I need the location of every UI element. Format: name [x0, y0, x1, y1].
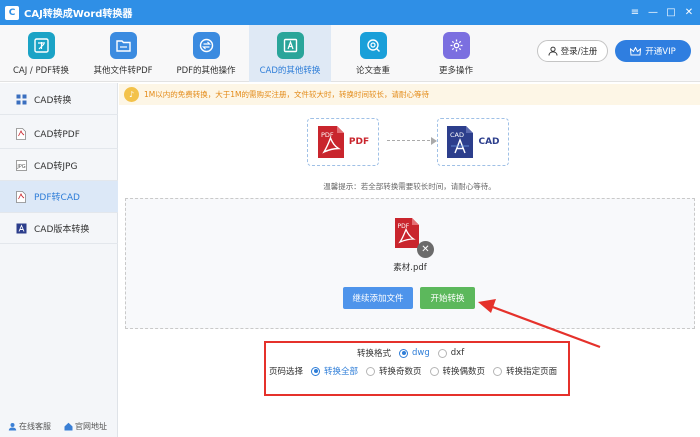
sidebar-item-label: CAD转换	[34, 96, 72, 106]
sidebar-item-cad-pdf[interactable]: CAD转PDF	[0, 119, 118, 149]
target-format-label: CAD	[478, 137, 500, 147]
tool-label: PDF的其他操作	[176, 66, 236, 76]
target-format-box: CAD CAD	[437, 118, 509, 166]
cad-convert-icon	[276, 32, 304, 59]
radio-dot	[493, 366, 503, 376]
radio-label: 转换偶数页	[442, 367, 486, 377]
sidebar-item-cad-jpg[interactable]: JPG CAD转JPG	[0, 151, 118, 181]
radio-label: 转换奇数页	[379, 367, 422, 377]
sidebar-item-cad-version[interactable]: CAD版本转换	[0, 213, 118, 244]
tool-label: 论文查重	[355, 66, 390, 76]
tool-caj-pdf[interactable]: CAJ / PDF转换	[0, 25, 82, 82]
notice-text: 1M以内的免费转换，大于1M的需购买注册，文件较大时，转换时间较长，请耐心等待	[144, 90, 429, 99]
sidebar-footer: 在线客服 官网地址	[0, 419, 118, 433]
radio-label: 转换指定页面	[506, 367, 558, 377]
source-format-box: PDF PDF	[307, 118, 379, 166]
headset-icon	[8, 422, 17, 430]
remove-file-icon[interactable]: ✕	[417, 241, 434, 258]
pages-row: 页码选择 转换全部 转换奇数页 转换偶数页 转换指定页面	[269, 365, 557, 377]
radio-dot	[366, 366, 376, 376]
conversion-options: 转换格式 dwg dxf 页码选择 转换全部 转换奇数页 转换偶数页 转换指定页…	[264, 341, 570, 396]
online-service-label: 在线客服	[19, 421, 51, 431]
maximize-icon[interactable]: □	[661, 0, 681, 25]
tool-label: CAJ / PDF转换	[12, 66, 70, 76]
vip-button[interactable]: 开通VIP	[615, 40, 691, 62]
file-name: 素材.pdf	[393, 263, 427, 273]
tool-label: 更多操作	[438, 66, 473, 76]
radio-dot	[399, 348, 409, 358]
user-icon	[548, 46, 558, 56]
file-icon-text: PDF	[398, 223, 410, 230]
svg-text:JPG: JPG	[16, 164, 25, 170]
close-icon[interactable]: ✕	[679, 0, 699, 25]
pdf-file-thumbnail-icon: PDF	[395, 218, 419, 248]
sidebar-item-label: CAD转PDF	[34, 130, 80, 140]
sidebar-item-label: CAD转JPG	[34, 162, 78, 172]
menu-icon[interactable]: ≡	[625, 0, 645, 25]
pdf-document-icon: PDF	[317, 126, 344, 158]
pages-radio-odd[interactable]: 转换奇数页	[366, 365, 422, 377]
sidebar-item-label: CAD版本转换	[34, 224, 90, 235]
format-radio-dwg[interactable]: dwg	[399, 348, 430, 358]
pdf-file-icon	[15, 127, 27, 140]
tool-label: CAD的其他转换	[259, 66, 321, 76]
gear-icon	[442, 32, 470, 59]
pages-label: 页码选择	[269, 367, 304, 377]
pages-radio-all[interactable]: 转换全部	[311, 365, 358, 377]
cad-icon-text: CAD	[450, 131, 464, 139]
caj-pdf-convert-icon	[27, 32, 55, 59]
conversion-arrow	[387, 140, 435, 141]
minimize-icon[interactable]: —	[643, 0, 663, 25]
radio-label: dwg	[412, 348, 430, 358]
start-convert-button[interactable]: 开始转换	[420, 287, 475, 309]
swap-icon	[192, 32, 220, 59]
crown-icon	[630, 46, 642, 55]
sidebar-item-cad-convert[interactable]: CAD转换	[0, 85, 118, 115]
radio-dot	[311, 366, 321, 376]
jpg-file-icon: JPG	[15, 160, 27, 172]
source-format-label: PDF	[348, 137, 370, 147]
radio-dot	[437, 348, 447, 358]
radio-dot	[429, 366, 439, 376]
app-logo-icon: C	[5, 5, 19, 20]
search-doc-icon	[359, 32, 387, 59]
speaker-icon: ♪	[124, 87, 139, 102]
tool-paper-check[interactable]: 论文查重	[332, 25, 414, 82]
add-more-files-button[interactable]: 继续添加文件	[343, 287, 413, 309]
login-button[interactable]: 登录/注册	[537, 40, 608, 62]
cad-document-icon: CAD	[447, 126, 474, 158]
login-label: 登录/注册	[560, 47, 598, 57]
pdf-cad-icon	[15, 190, 27, 203]
radio-label: 转换全部	[324, 367, 359, 377]
pages-radio-even[interactable]: 转换偶数页	[429, 365, 486, 377]
format-row: 转换格式 dwg dxf	[357, 347, 464, 359]
online-service-link[interactable]: 在线客服	[8, 421, 51, 432]
title-bar: C CAJ转换成Word转换器 ≡ — □ ✕	[0, 0, 700, 25]
tool-cad-other[interactable]: CAD的其他转换	[249, 25, 331, 82]
format-label: 转换格式	[357, 349, 392, 359]
window-title: CAJ转换成Word转换器	[24, 9, 133, 20]
tool-label: 其他文件转PDF	[93, 66, 153, 76]
cad-version-icon	[15, 222, 27, 234]
sidebar-item-label: PDF转CAD	[34, 193, 80, 203]
radio-label: dxf	[450, 348, 465, 358]
tool-file-to-pdf[interactable]: 其他文件转PDF	[82, 25, 164, 82]
pdf-icon-text: PDF	[321, 131, 334, 139]
official-site-label: 官网地址	[75, 421, 107, 431]
official-site-link[interactable]: 官网地址	[64, 421, 107, 432]
folder-icon	[109, 32, 137, 59]
tool-pdf-other[interactable]: PDF的其他操作	[165, 25, 247, 82]
sidebar: CAD转换 CAD转PDF JPG CAD转JPG PDF转CAD CAD版本转…	[0, 83, 118, 437]
tip-text: 温馨提示：若全部转换需要较长时间，请耐心等待。	[323, 182, 496, 191]
vip-label: 开通VIP	[645, 47, 676, 57]
grid-icon	[15, 94, 27, 106]
notice-bar: ♪ 1M以内的免费转换，大于1M的需购买注册，文件较大时，转换时间较长，请耐心等…	[119, 84, 700, 105]
tool-more[interactable]: 更多操作	[415, 25, 497, 82]
format-radio-dxf[interactable]: dxf	[437, 348, 465, 358]
home-icon	[64, 422, 73, 430]
sidebar-item-pdf-cad[interactable]: PDF转CAD	[0, 181, 118, 213]
pages-radio-specific[interactable]: 转换指定页面	[493, 365, 557, 377]
